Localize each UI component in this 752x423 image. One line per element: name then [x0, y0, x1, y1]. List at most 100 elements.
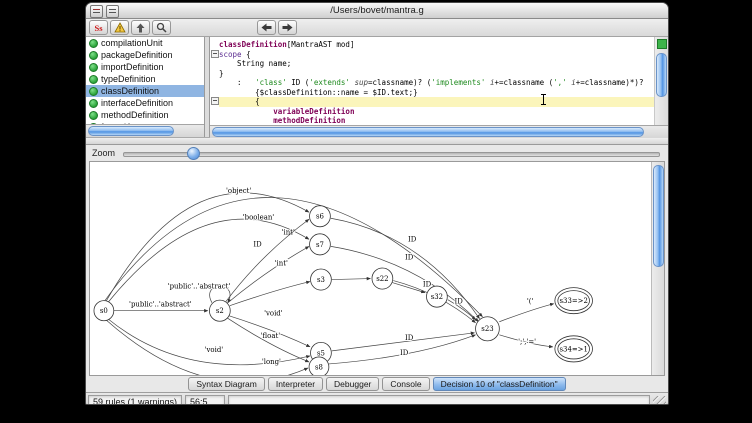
- rule-item-label: typeDefinition: [101, 74, 156, 84]
- find-button[interactable]: [152, 20, 171, 35]
- tab-syntax-diagram[interactable]: Syntax Diagram: [188, 377, 264, 391]
- rule-item-typeDefinition[interactable]: typeDefinition: [86, 73, 204, 85]
- state-s33: s33=>2: [555, 288, 593, 314]
- transition-label: 'void': [264, 310, 283, 318]
- state-s8: s8: [309, 357, 329, 375]
- zoom-row: Zoom: [86, 145, 668, 161]
- code-line[interactable]: }: [219, 69, 654, 79]
- transition-edge: [332, 279, 371, 280]
- analysis-ok-indicator: [657, 39, 667, 49]
- rule-item-compilationUnit[interactable]: compilationUnit: [86, 37, 204, 49]
- transition-label: ID: [400, 349, 409, 357]
- code-line[interactable]: classDefinition[MantraAST mod]: [219, 40, 654, 50]
- warning-icon: [114, 22, 126, 33]
- code-line[interactable]: String name;: [219, 59, 654, 69]
- rule-status-icon: [89, 51, 98, 60]
- state-label: s32: [431, 293, 443, 301]
- zoom-slider[interactable]: [123, 145, 660, 161]
- code-line[interactable]: scope {: [219, 50, 654, 60]
- transition-label: 'void': [205, 346, 224, 354]
- grammar-editor[interactable]: classDefinition[MantraAST mod]scope { St…: [210, 37, 668, 125]
- decision-diagram-panel: 'public'..'abstract''public'..'abstract'…: [89, 161, 665, 376]
- rule-status-icon: [89, 39, 98, 48]
- forward-arrow-icon: [282, 23, 293, 32]
- transition-label: ID: [405, 253, 414, 261]
- tab-console[interactable]: Console: [382, 377, 429, 391]
- transition-label: ID: [423, 281, 432, 289]
- transition-label: ID: [455, 298, 464, 306]
- transition-label: 'object': [226, 187, 251, 195]
- transition-label: '(': [527, 298, 534, 306]
- rules-list[interactable]: compilationUnitpackageDefinitionimportDe…: [86, 37, 204, 124]
- state-s7: s7: [310, 234, 331, 255]
- state-s32: s32: [427, 286, 448, 307]
- window-title: /Users/bovet/mantra.g: [330, 5, 423, 16]
- code-line[interactable]: methodDefinition: [219, 116, 654, 125]
- fold-icon[interactable]: [211, 97, 219, 105]
- check-grammar-button[interactable]: [110, 20, 129, 35]
- code-line[interactable]: {: [219, 97, 654, 107]
- back-arrow-icon: [261, 23, 272, 32]
- caret-position: 56:5: [185, 395, 225, 405]
- back-button[interactable]: [257, 20, 276, 35]
- up-arrow-icon: [136, 23, 145, 33]
- horizontal-splitter[interactable]: [86, 137, 668, 145]
- slider-track[interactable]: [123, 152, 660, 157]
- forward-button[interactable]: [278, 20, 297, 35]
- tab-decision-10-of-classdefinition[interactable]: Decision 10 of "classDefinition": [433, 377, 566, 391]
- state-s23: s23: [476, 317, 500, 341]
- state-label: s7: [316, 241, 324, 249]
- rule-item-label: importDefinition: [101, 62, 164, 72]
- tab-interpreter[interactable]: Interpreter: [268, 377, 323, 391]
- state-label: s2: [216, 307, 224, 315]
- rule-status-icon: [89, 111, 98, 120]
- document-icon[interactable]: [106, 5, 119, 18]
- transition-label: 'float': [261, 332, 281, 340]
- editor-split: compilationUnitpackageDefinitionimportDe…: [86, 37, 668, 137]
- scrollbar-thumb[interactable]: [656, 53, 667, 97]
- editor-vertical-scrollbar[interactable]: [656, 51, 667, 125]
- code-line[interactable]: : 'class' ID ('extends' sup=classname)? …: [219, 78, 654, 88]
- rule-item-interfaceDefinition[interactable]: interfaceDefinition: [86, 97, 204, 109]
- resize-grip[interactable]: [653, 396, 666, 406]
- rule-item-packageDefinition[interactable]: packageDefinition: [86, 49, 204, 61]
- transition-label: 'boolean': [243, 213, 275, 221]
- rule-status-icon: [89, 99, 98, 108]
- scrollbar-thumb[interactable]: [88, 126, 174, 136]
- state-label: s23: [481, 325, 493, 333]
- state-label: s33=>2: [560, 297, 588, 305]
- code-line[interactable]: variableDefinition: [219, 107, 654, 117]
- bottom-tabs: Syntax Diagram InterpreterDebuggerConsole…: [86, 376, 668, 392]
- tab-debugger[interactable]: Debugger: [326, 377, 379, 391]
- slider-thumb[interactable]: [187, 147, 200, 160]
- rule-item-label: methodDefinition: [101, 110, 169, 120]
- state-s0: s0: [94, 301, 114, 321]
- rule-item-label: compilationUnit: [101, 38, 163, 48]
- styles-button[interactable]: Ss: [89, 20, 108, 35]
- editor-code[interactable]: classDefinition[MantraAST mod]scope { St…: [219, 37, 654, 125]
- zoom-label: Zoom: [92, 148, 115, 158]
- fold-icon[interactable]: [211, 50, 219, 58]
- editor-panel: classDefinition[MantraAST mod]scope { St…: [210, 37, 668, 137]
- diagram-vertical-scrollbar[interactable]: [651, 162, 664, 375]
- state-s6: s6: [310, 206, 331, 227]
- rule-status-icon: [89, 63, 98, 72]
- rules-horizontal-scrollbar[interactable]: [86, 124, 204, 137]
- rule-status-icon: [89, 87, 98, 96]
- document-icon[interactable]: [90, 5, 103, 18]
- code-line[interactable]: {$classDefinition::name = $ID.text;}: [219, 88, 654, 98]
- scrollbar-thumb[interactable]: [653, 165, 664, 267]
- titlebar[interactable]: /Users/bovet/mantra.g: [86, 3, 668, 19]
- state-label: s0: [100, 307, 108, 315]
- nfa-svg: 'public'..'abstract''public'..'abstract'…: [90, 162, 651, 375]
- rule-item-classDefinition[interactable]: classDefinition: [86, 85, 204, 97]
- editor-horizontal-scrollbar[interactable]: [210, 125, 668, 138]
- transition-edge: [392, 283, 425, 293]
- titlebar-icons: [90, 5, 119, 18]
- rule-item-label: classDefinition: [101, 86, 159, 96]
- up-rule-button[interactable]: [131, 20, 150, 35]
- rule-item-methodDefinition[interactable]: methodDefinition: [86, 109, 204, 121]
- rule-item-importDefinition[interactable]: importDefinition: [86, 61, 204, 73]
- scrollbar-thumb[interactable]: [212, 127, 644, 137]
- transition-label: ID: [253, 240, 262, 248]
